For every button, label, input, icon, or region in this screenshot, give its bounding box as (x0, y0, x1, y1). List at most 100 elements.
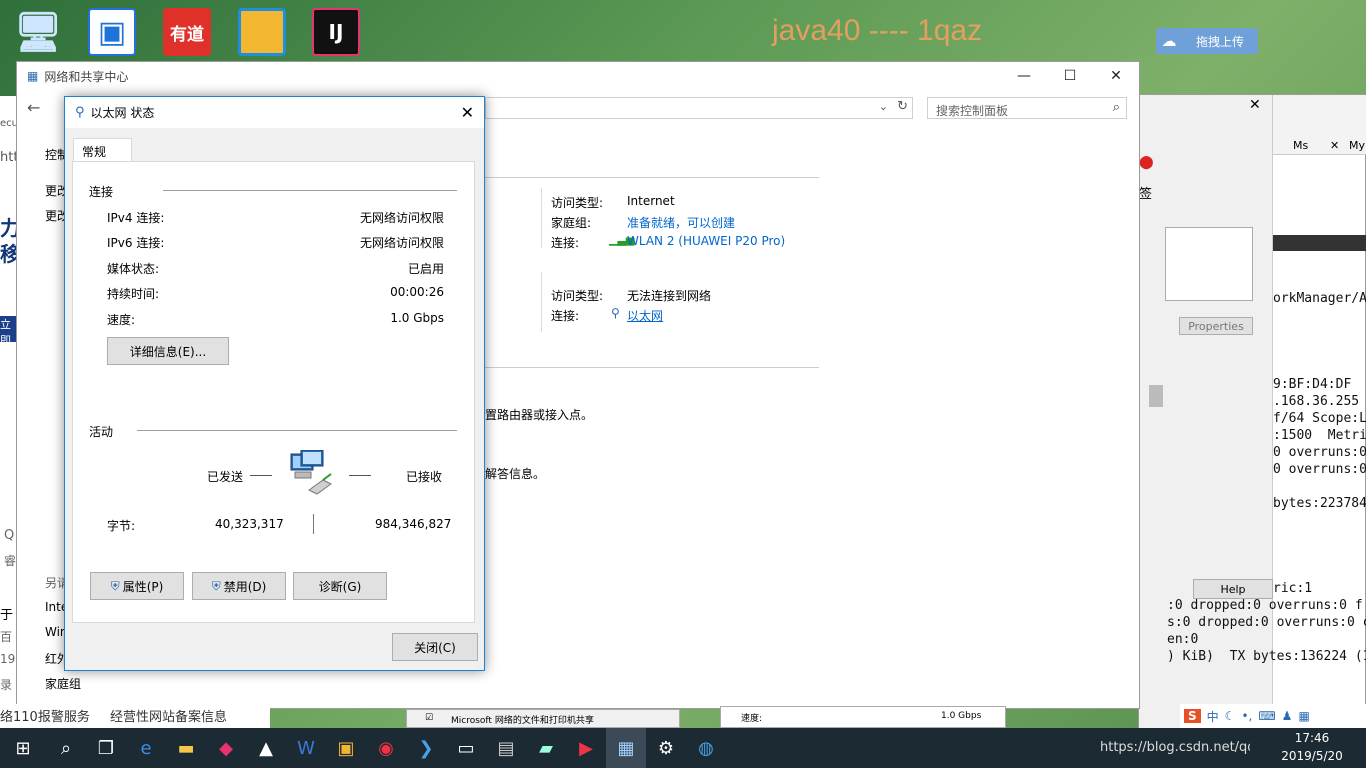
bytes-label: 字节: (107, 519, 136, 533)
homegroup-link[interactable]: 准备就绪，可以创建 (627, 214, 735, 231)
task-view-icon[interactable]: ❐ (86, 728, 126, 768)
search-icon[interactable]: ⌕ (46, 728, 86, 768)
chevron-down-icon[interactable]: ⌄ (879, 100, 888, 113)
network-center-task-icon[interactable]: ▦ (606, 728, 646, 768)
ime-mode[interactable]: 中 (1207, 708, 1219, 725)
refresh-icon[interactable]: ↻ (897, 99, 908, 114)
settings-icon[interactable]: ⚙ (646, 728, 686, 768)
edge-text: 于 (0, 608, 14, 623)
ethernet-link[interactable]: 以太网 (627, 307, 663, 324)
net2-conn-label: 连接: (551, 309, 580, 323)
duration-label: 持续时间: (107, 287, 160, 301)
tab-general[interactable]: 常规 (73, 138, 132, 162)
back-arrow-icon[interactable]: ← (27, 98, 40, 117)
upload-label: 拖拽上传 (1195, 34, 1244, 49)
shortcut-app-icon[interactable]: ▣ (88, 8, 136, 56)
speed-value: 1.0 Gbps (941, 711, 982, 721)
terminal-line: :0 dropped:0 overruns:0 f (1167, 598, 1363, 613)
divider (485, 177, 819, 178)
network-icon: ▦ (27, 69, 39, 83)
window-title: 网络和共享中心 (44, 69, 129, 84)
shield-icon: ⛨ (110, 578, 120, 593)
youdao-icon[interactable]: 有道 (163, 8, 211, 56)
scrollbar-thumb[interactable] (1149, 385, 1163, 407)
moon-icon[interactable]: ☾ (1225, 709, 1236, 723)
clock-time[interactable]: 17:46 (1266, 731, 1358, 745)
notes-icon[interactable]: ▰ (526, 728, 566, 768)
bottom-browser-strip: 络110报警服务 经营性网站备案信息 (0, 704, 270, 728)
back-listbox[interactable] (1165, 227, 1253, 301)
divider (541, 188, 542, 248)
help-button[interactable]: Help (1193, 579, 1273, 599)
net1-access-label: 访问类型: (551, 196, 604, 210)
setup-text: 置路由器或接入点。 (485, 408, 594, 422)
tab-my[interactable]: My (1349, 139, 1365, 152)
globe-icon[interactable]: ◍ (686, 728, 726, 768)
search-icon[interactable]: ⌕ (1113, 100, 1120, 115)
ethernet-icon: ⚲ (611, 306, 620, 320)
speed-value: 1.0 Gbps (390, 311, 444, 325)
terminal-line: 9:BF:D4:DF (1273, 377, 1352, 392)
terminal-line: :1500 Metri (1273, 428, 1366, 443)
skin-icon[interactable]: ♟ (1282, 709, 1293, 723)
sidebar-item-homegroup[interactable]: 家庭组 (45, 675, 81, 692)
chrome-icon[interactable]: ◉ (366, 728, 406, 768)
close-icon[interactable]: ✕ (461, 103, 474, 122)
network-activity-icon (287, 449, 337, 496)
search-input[interactable]: 搜索控制面板 ⌕ (927, 97, 1127, 119)
intellij-icon[interactable]: IJ (312, 8, 360, 56)
punct-icon[interactable]: •, (1241, 709, 1252, 723)
upload-button[interactable]: ☁ 拖拽上传 (1156, 28, 1258, 54)
address-bar[interactable]: ⌄ ↻ (485, 97, 913, 119)
photos-icon[interactable]: ▲ (246, 728, 286, 768)
edge-text: 19 (0, 652, 16, 666)
details-button[interactable]: 详细信息(E)... (107, 337, 229, 365)
disable-button[interactable]: ⛨ 禁用(D) (192, 572, 286, 600)
media-icon[interactable]: ▶ (566, 728, 606, 768)
dialog-titlebar: ⚲ 以太网 状态 ✕ (65, 97, 484, 128)
powershell-icon[interactable]: ❯ (406, 728, 446, 768)
keyboard-icon[interactable]: ⌨ (1258, 709, 1275, 723)
close-icon[interactable]: ✕ (1330, 139, 1339, 152)
footer-link[interactable]: 经营性网站备案信息 (110, 706, 227, 725)
edge-icon[interactable]: e (126, 728, 166, 768)
properties-label: 属性(P) (122, 579, 164, 594)
cmd-icon[interactable]: ▭ (446, 728, 486, 768)
properties-button[interactable]: ⛨ 属性(P) (90, 572, 184, 600)
sourceinsight-icon[interactable] (238, 8, 286, 56)
word-icon[interactable]: W (286, 728, 326, 768)
ipv6-value: 无网络访问权限 (359, 236, 444, 250)
minimize-icon[interactable]: — (1001, 61, 1047, 91)
footer-link[interactable]: 络110报警服务 (0, 706, 90, 725)
youdao-label: 有道 (170, 24, 204, 45)
close-icon[interactable]: ✕ (1249, 97, 1261, 113)
toolbox-icon[interactable]: ▦ (1298, 709, 1309, 723)
wlan-link[interactable]: WLAN 2 (HUAWEI P20 Pro) (627, 234, 785, 248)
close-button[interactable]: 关闭(C) (392, 633, 478, 661)
clock-date[interactable]: 2019/5/20 (1266, 749, 1358, 763)
app-icon[interactable]: ▤ (486, 728, 526, 768)
diagnose-button[interactable]: 诊断(G) (293, 572, 387, 600)
received-label: 已接收 (406, 470, 443, 484)
network-center-titlebar: ▦ 网络和共享中心 — ☐ ✕ (17, 62, 1139, 90)
net2-access-value: 无法连接到网络 (627, 289, 712, 303)
watermark-text: java40 ---- 1qaz (772, 14, 983, 47)
start-icon[interactable]: ⊞ (0, 728, 46, 768)
properties-button[interactable]: Properties (1179, 317, 1253, 335)
this-pc-icon[interactable]: 🖥 (14, 8, 62, 56)
ethernet-icon: ⚲ (75, 105, 85, 120)
troubleshoot-text: 解答信息。 (485, 467, 546, 481)
tab-ms[interactable]: Ms (1293, 139, 1308, 152)
terminal-line: ric:1 (1273, 581, 1313, 596)
sourceinsight-icon[interactable]: ▣ (326, 728, 366, 768)
close-icon[interactable]: ✕ (1093, 61, 1139, 91)
intellij-icon[interactable]: ◆ (206, 728, 246, 768)
speed-label: 速度: (107, 313, 136, 327)
terminal-line: 0 overruns:0 (1273, 445, 1366, 460)
sogou-icon[interactable]: S (1184, 709, 1201, 723)
maximize-icon[interactable]: ☐ (1047, 61, 1093, 91)
stop-icon: ⬤ (1139, 155, 1154, 170)
explorer-icon[interactable]: ▬ (166, 728, 206, 768)
edge-text: 录 (0, 678, 13, 692)
checkbox-file-sharing[interactable]: ☑ (425, 713, 433, 723)
